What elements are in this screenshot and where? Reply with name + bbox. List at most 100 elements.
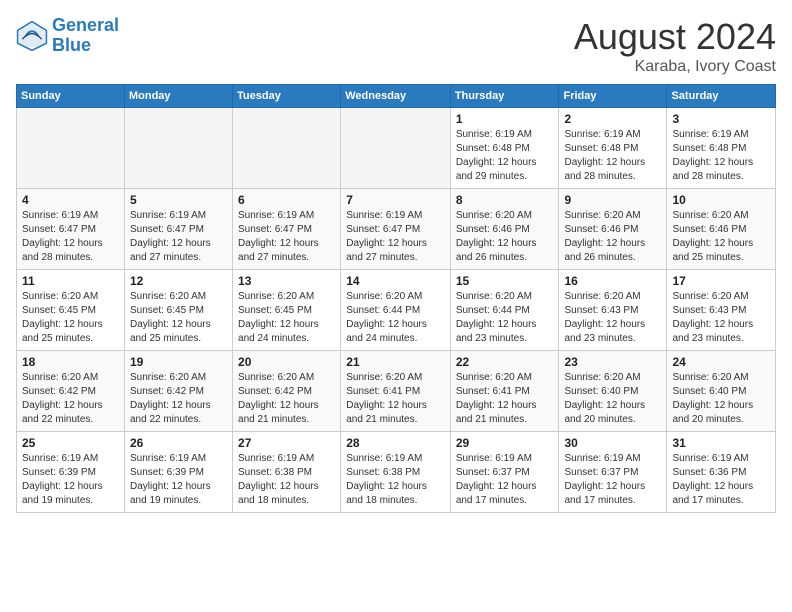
logo-general: General [52,15,119,35]
day-info: Sunrise: 6:19 AM Sunset: 6:48 PM Dayligh… [564,128,661,184]
day-number: 22 [456,355,554,369]
day-number: 24 [672,355,770,369]
day-number: 5 [130,193,227,207]
day-number: 13 [238,274,335,288]
day-number: 11 [22,274,119,288]
day-number: 21 [346,355,445,369]
header-day-wednesday: Wednesday [341,85,451,108]
calendar-cell: 7Sunrise: 6:19 AM Sunset: 6:47 PM Daylig… [341,189,451,270]
day-info: Sunrise: 6:19 AM Sunset: 6:47 PM Dayligh… [238,209,335,265]
calendar-cell: 24 Sunrise: 6:20 AM Sunset: 6:40 PM Dayli… [667,351,776,432]
day-info: Sunrise: 6:19 AM Sunset: 6:48 PM Dayligh… [456,128,554,184]
header-day-friday: Friday [559,85,667,108]
day-info: Sunrise: 6:20 AM Sunset: 6:46 PM Dayligh… [564,209,661,265]
week-row-5: 25 Sunrise: 6:19 AM Sunset: 6:39 PM Dayli… [17,432,776,513]
day-number: 29 [456,436,554,450]
calendar-cell: 12 Sunrise: 6:20 AM Sunset: 6:45 PM Dayli… [124,270,232,351]
calendar-cell: 27 Sunrise: 6:19 AM Sunset: 6:38 PM Dayli… [233,432,341,513]
day-info: Sunrise: 6:20 AM Sunset: 6:40 PM Dayligh… [564,371,661,427]
day-info: Sunrise: 6:20 AM Sunset: 6:42 PM Dayligh… [22,371,119,427]
logo-blue: Blue [52,35,91,55]
day-number: 12 [130,274,227,288]
day-info: Sunrise: 6:20 AM Sunset: 6:43 PM Dayligh… [672,290,770,346]
day-info: Sunrise: 6:20 AM Sunset: 6:45 PM Dayligh… [238,290,335,346]
day-info: Sunrise: 6:20 AM Sunset: 6:44 PM Dayligh… [456,290,554,346]
week-row-2: 4 Sunrise: 6:19 AM Sunset: 6:47 PM Daylig… [17,189,776,270]
calendar-cell: 19 Sunrise: 6:20 AM Sunset: 6:42 PM Dayli… [124,351,232,432]
day-number: 8 [456,193,554,207]
day-info: Sunrise: 6:19 AM Sunset: 6:47 PM Dayligh… [22,209,119,265]
calendar-cell: 9 Sunrise: 6:20 AM Sunset: 6:46 PM Daylig… [559,189,667,270]
calendar-cell: 29Sunrise: 6:19 AM Sunset: 6:37 PM Dayli… [450,432,559,513]
day-info: Sunrise: 6:19 AM Sunset: 6:39 PM Dayligh… [130,452,227,508]
subtitle: Karaba, Ivory Coast [574,58,776,76]
day-number: 3 [672,112,770,126]
day-number: 7 [346,193,445,207]
calendar-cell: 31 Sunrise: 6:19 AM Sunset: 6:36 PM Dayli… [667,432,776,513]
day-number: 25 [22,436,119,450]
day-number: 18 [22,355,119,369]
calendar-cell: 21Sunrise: 6:20 AM Sunset: 6:41 PM Dayli… [341,351,451,432]
calendar-cell: 15Sunrise: 6:20 AM Sunset: 6:44 PM Dayli… [450,270,559,351]
calendar-cell: 16 Sunrise: 6:20 AM Sunset: 6:43 PM Dayli… [559,270,667,351]
page-header: General Blue August 2024 Karaba, Ivory C… [16,16,776,76]
header-row: SundayMondayTuesdayWednesdayThursdayFrid… [17,85,776,108]
header-day-sunday: Sunday [17,85,125,108]
calendar-cell: 20 Sunrise: 6:20 AM Sunset: 6:42 PM Dayli… [233,351,341,432]
day-info: Sunrise: 6:19 AM Sunset: 6:38 PM Dayligh… [238,452,335,508]
calendar-cell [341,108,451,189]
day-number: 10 [672,193,770,207]
day-number: 6 [238,193,335,207]
calendar-cell [233,108,341,189]
title-block: August 2024 Karaba, Ivory Coast [574,16,776,76]
day-number: 9 [564,193,661,207]
week-row-1: 1Sunrise: 6:19 AM Sunset: 6:48 PM Daylig… [17,108,776,189]
day-number: 14 [346,274,445,288]
calendar-cell: 13 Sunrise: 6:20 AM Sunset: 6:45 PM Dayli… [233,270,341,351]
calendar-body: 1Sunrise: 6:19 AM Sunset: 6:48 PM Daylig… [17,108,776,513]
calendar-header: SundayMondayTuesdayWednesdayThursdayFrid… [17,85,776,108]
day-info: Sunrise: 6:19 AM Sunset: 6:36 PM Dayligh… [672,452,770,508]
calendar-cell: 18 Sunrise: 6:20 AM Sunset: 6:42 PM Dayli… [17,351,125,432]
calendar-cell [124,108,232,189]
day-number: 4 [22,193,119,207]
day-info: Sunrise: 6:20 AM Sunset: 6:42 PM Dayligh… [130,371,227,427]
header-day-thursday: Thursday [450,85,559,108]
day-number: 31 [672,436,770,450]
day-number: 19 [130,355,227,369]
logo: General Blue [16,16,119,56]
calendar-cell: 14 Sunrise: 6:20 AM Sunset: 6:44 PM Dayli… [341,270,451,351]
week-row-4: 18 Sunrise: 6:20 AM Sunset: 6:42 PM Dayli… [17,351,776,432]
day-number: 28 [346,436,445,450]
calendar-cell: 10Sunrise: 6:20 AM Sunset: 6:46 PM Dayli… [667,189,776,270]
calendar-cell: 3 Sunrise: 6:19 AM Sunset: 6:48 PM Daylig… [667,108,776,189]
day-info: Sunrise: 6:20 AM Sunset: 6:43 PM Dayligh… [564,290,661,346]
day-info: Sunrise: 6:19 AM Sunset: 6:38 PM Dayligh… [346,452,445,508]
day-info: Sunrise: 6:20 AM Sunset: 6:45 PM Dayligh… [130,290,227,346]
day-info: Sunrise: 6:20 AM Sunset: 6:44 PM Dayligh… [346,290,445,346]
logo-icon [16,20,48,52]
day-info: Sunrise: 6:20 AM Sunset: 6:40 PM Dayligh… [672,371,770,427]
main-title: August 2024 [574,16,776,58]
calendar-cell: 11 Sunrise: 6:20 AM Sunset: 6:45 PM Dayli… [17,270,125,351]
calendar-cell: 25Sunrise: 6:19 AM Sunset: 6:39 PM Dayli… [17,432,125,513]
calendar-cell: 8Sunrise: 6:20 AM Sunset: 6:46 PM Daylig… [450,189,559,270]
calendar-cell: 5 Sunrise: 6:19 AM Sunset: 6:47 PM Daylig… [124,189,232,270]
calendar-cell: 6 Sunrise: 6:19 AM Sunset: 6:47 PM Daylig… [233,189,341,270]
day-number: 27 [238,436,335,450]
day-number: 2 [564,112,661,126]
day-number: 20 [238,355,335,369]
day-number: 30 [564,436,661,450]
day-info: Sunrise: 6:19 AM Sunset: 6:48 PM Dayligh… [672,128,770,184]
day-info: Sunrise: 6:20 AM Sunset: 6:42 PM Dayligh… [238,371,335,427]
calendar-cell: 30Sunrise: 6:19 AM Sunset: 6:37 PM Dayli… [559,432,667,513]
calendar-cell: 4 Sunrise: 6:19 AM Sunset: 6:47 PM Daylig… [17,189,125,270]
day-info: Sunrise: 6:20 AM Sunset: 6:45 PM Dayligh… [22,290,119,346]
header-day-monday: Monday [124,85,232,108]
week-row-3: 11 Sunrise: 6:20 AM Sunset: 6:45 PM Dayli… [17,270,776,351]
day-number: 17 [672,274,770,288]
day-info: Sunrise: 6:20 AM Sunset: 6:41 PM Dayligh… [456,371,554,427]
day-info: Sunrise: 6:19 AM Sunset: 6:47 PM Dayligh… [130,209,227,265]
header-day-tuesday: Tuesday [233,85,341,108]
day-number: 16 [564,274,661,288]
